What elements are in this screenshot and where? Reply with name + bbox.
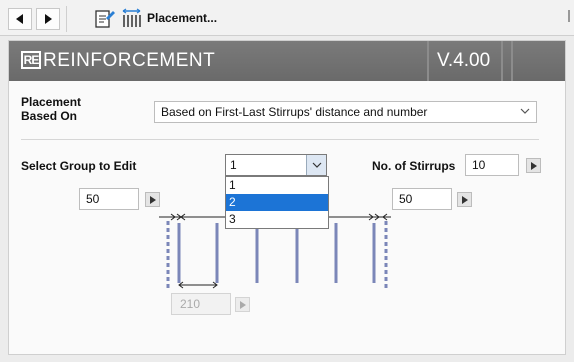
chevron-down-icon [520, 108, 530, 114]
back-button[interactable] [8, 8, 32, 30]
triangle-right-icon [149, 195, 156, 204]
group-dropdown-list: 1 2 3 [225, 176, 329, 229]
group-option-2[interactable]: 2 [226, 194, 328, 211]
triangle-right-icon [45, 14, 52, 24]
header-divider [501, 41, 503, 81]
chevron-down-icon [312, 162, 321, 168]
placement-button[interactable] [120, 6, 144, 30]
group-option-1[interactable]: 1 [226, 177, 328, 194]
reinforcement-panel: RE REINFORCEMENT V.4.00 Placement Based … [8, 40, 566, 355]
re-logo: RE [21, 51, 41, 69]
left-distance-input[interactable]: 50 [79, 188, 139, 210]
triangle-right-icon [239, 300, 246, 309]
group-select-value: 1 [230, 158, 237, 172]
stirrups-count-input[interactable]: 10 [465, 154, 519, 176]
header-divider [511, 41, 513, 81]
right-distance-arrow-button[interactable] [457, 192, 472, 207]
placement-label-line2: Based On [21, 109, 78, 123]
section-divider [21, 139, 539, 140]
placement-select[interactable]: Based on First-Last Stirrups' distance a… [154, 101, 537, 123]
placement-select-value: Based on First-Last Stirrups' distance a… [161, 105, 428, 119]
placement-label-line1: Placement [21, 95, 82, 109]
group-label: Select Group to Edit [21, 159, 137, 173]
version-label: V.4.00 [437, 50, 491, 71]
edit-button[interactable] [94, 8, 116, 30]
triangle-right-icon [461, 195, 468, 204]
toolbar-edge-marker [568, 10, 570, 22]
group-option-3[interactable]: 3 [226, 211, 328, 228]
panel-header: RE REINFORCEMENT V.4.00 [9, 41, 565, 81]
group-select[interactable]: 1 [225, 154, 327, 176]
edit-doc-icon [95, 10, 115, 28]
toolbar: Placement... [0, 0, 574, 36]
spacing-arrow-button [235, 297, 250, 312]
triangle-right-icon [530, 161, 537, 170]
left-distance-arrow-button[interactable] [145, 192, 160, 207]
toolbar-title: Placement... [147, 11, 218, 25]
placement-label: Placement Based On [21, 95, 81, 123]
stirrups-arrow-button[interactable] [526, 158, 541, 173]
stirrups-label: No. of Stirrups [372, 159, 456, 173]
spacing-input: 210 [171, 293, 231, 315]
triangle-left-icon [16, 14, 23, 24]
stirrups-icon [122, 8, 141, 27]
group-select-toggle[interactable] [306, 155, 326, 175]
header-divider [427, 41, 429, 81]
right-distance-input[interactable]: 50 [392, 188, 452, 210]
forward-button[interactable] [36, 8, 60, 30]
panel-title: REINFORCEMENT [43, 50, 216, 71]
toolbar-separator [66, 6, 67, 32]
